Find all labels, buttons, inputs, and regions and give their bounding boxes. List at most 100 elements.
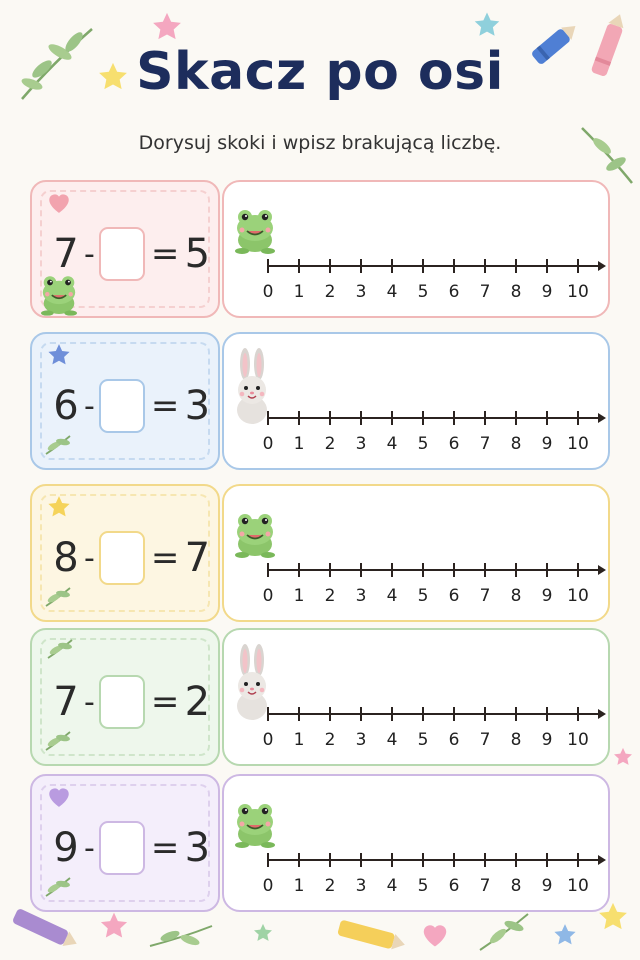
blue-crayon-icon — [532, 26, 576, 64]
tick-label: 1 — [294, 282, 305, 302]
tick-label: 7 — [480, 282, 491, 302]
tick-label: 4 — [387, 586, 398, 606]
equals-sign: = — [150, 682, 180, 722]
axis-arrow — [598, 565, 606, 575]
minuend: 8 — [53, 535, 79, 581]
leaf-branch-icon — [581, 127, 633, 184]
answer-box[interactable] — [98, 227, 145, 281]
heart-icon — [46, 784, 72, 812]
answer-box[interactable] — [98, 531, 145, 585]
tick-label: 9 — [542, 282, 553, 302]
minuend: 7 — [53, 231, 79, 277]
exercise-row: 7 - = 5 0 1 2 3 4 5 6 7 8 9 10 — [0, 180, 640, 320]
star-icon — [153, 12, 181, 40]
result: 7 — [184, 535, 211, 581]
equation: 6 - = 3 — [50, 378, 213, 434]
exercise-row: 9 - = 3 0 1 2 3 4 5 6 7 8 9 10 — [0, 774, 640, 914]
tick-label: 6 — [449, 876, 460, 896]
tick-label: 3 — [356, 282, 367, 302]
tick-label: 10 — [567, 282, 589, 302]
equation-card: 7 - = 5 — [30, 180, 220, 318]
number-line: 0 1 2 3 4 5 6 7 8 9 10 — [263, 707, 606, 750]
leaf-branch-icon — [21, 28, 93, 100]
tick-label: 3 — [356, 434, 367, 454]
tick-label: 0 — [263, 730, 274, 750]
tick-label: 3 — [356, 730, 367, 750]
answer-box[interactable] — [98, 379, 145, 433]
instruction-text: Dorysuj skoki i wpisz brakującą liczbę. — [138, 132, 502, 154]
tick-label: 2 — [325, 876, 336, 896]
equation: 9 - = 3 — [50, 820, 213, 876]
answer-box[interactable] — [98, 675, 145, 729]
tick-label: 1 — [294, 730, 305, 750]
number-line-card[interactable]: 0 1 2 3 4 5 6 7 8 9 10 — [222, 332, 610, 470]
equation-card: 9 - = 3 — [30, 774, 220, 912]
pink-crayon-icon — [591, 14, 624, 77]
number-line-card[interactable]: 0 1 2 3 4 5 6 7 8 9 10 — [222, 774, 610, 912]
tick-label: 5 — [418, 586, 429, 606]
tick-label: 2 — [325, 730, 336, 750]
equals-sign: = — [150, 828, 180, 868]
number-line-card[interactable]: 0 1 2 3 4 5 6 7 8 9 10 — [222, 484, 610, 622]
tick-label: 4 — [387, 730, 398, 750]
tick-label: 6 — [449, 586, 460, 606]
leaf-icon — [44, 876, 72, 902]
tick-label: 0 — [263, 282, 274, 302]
tick-label: 7 — [480, 586, 491, 606]
tick-label: 5 — [418, 282, 429, 302]
leaf-branch-icon — [479, 913, 529, 951]
tick-label: 2 — [325, 282, 336, 302]
answer-box[interactable] — [98, 821, 145, 875]
tick-label: 5 — [418, 730, 429, 750]
tick-label: 8 — [511, 876, 522, 896]
tick-label: 8 — [511, 586, 522, 606]
star-icon — [99, 62, 127, 90]
tick-label: 8 — [511, 730, 522, 750]
tick-label: 10 — [567, 730, 589, 750]
number-line-card[interactable]: 0 1 2 3 4 5 6 7 8 9 10 — [222, 180, 610, 318]
tick-label: 4 — [387, 282, 398, 302]
result: 5 — [184, 231, 211, 277]
minuend: 6 — [53, 383, 79, 429]
star-icon — [46, 342, 72, 372]
equation-card: 8 - = 7 — [30, 484, 220, 622]
number-line: 0 1 2 3 4 5 6 7 8 9 10 — [263, 563, 606, 606]
axis-arrow — [598, 855, 606, 865]
number-line-card[interactable]: 0 1 2 3 4 5 6 7 8 9 10 — [222, 628, 610, 766]
tick-label: 9 — [542, 434, 553, 454]
equals-sign: = — [150, 386, 180, 426]
tick-label: 6 — [449, 434, 460, 454]
heart-icon — [423, 925, 447, 947]
tick-label: 10 — [567, 876, 589, 896]
exercise-row: 6 - = 3 0 1 2 3 4 5 6 7 8 9 10 — [0, 332, 640, 472]
star-icon — [46, 494, 72, 524]
frog-icon — [38, 273, 79, 320]
number-line: 0 1 2 3 4 5 6 7 8 9 10 — [263, 259, 606, 302]
tick-label: 9 — [542, 730, 553, 750]
equation-card: 7 - = 2 — [30, 628, 220, 766]
tick-label: 7 — [480, 434, 491, 454]
tick-label: 3 — [356, 586, 367, 606]
equation-card: 6 - = 3 — [30, 332, 220, 470]
tick-label: 7 — [480, 876, 491, 896]
result: 3 — [184, 383, 211, 429]
star-icon — [100, 912, 128, 938]
tick-label: 0 — [263, 586, 274, 606]
minus-sign: - — [84, 830, 95, 866]
tick-label: 5 — [418, 876, 429, 896]
equation: 7 - = 2 — [50, 674, 213, 730]
star-icon — [254, 923, 272, 941]
number-line: 0 1 2 3 4 5 6 7 8 9 10 — [263, 853, 606, 896]
equation: 8 - = 7 — [50, 530, 213, 586]
tick-label: 1 — [294, 434, 305, 454]
axis-arrow — [598, 261, 606, 271]
heart-icon — [46, 190, 72, 218]
tick-label: 2 — [325, 586, 336, 606]
tick-label: 4 — [387, 434, 398, 454]
tick-label: 1 — [294, 586, 305, 606]
yellow-crayon-icon — [337, 920, 405, 950]
tick-label: 0 — [263, 434, 274, 454]
tick-label: 8 — [511, 434, 522, 454]
minuend: 7 — [53, 679, 79, 725]
tick-label: 4 — [387, 876, 398, 896]
